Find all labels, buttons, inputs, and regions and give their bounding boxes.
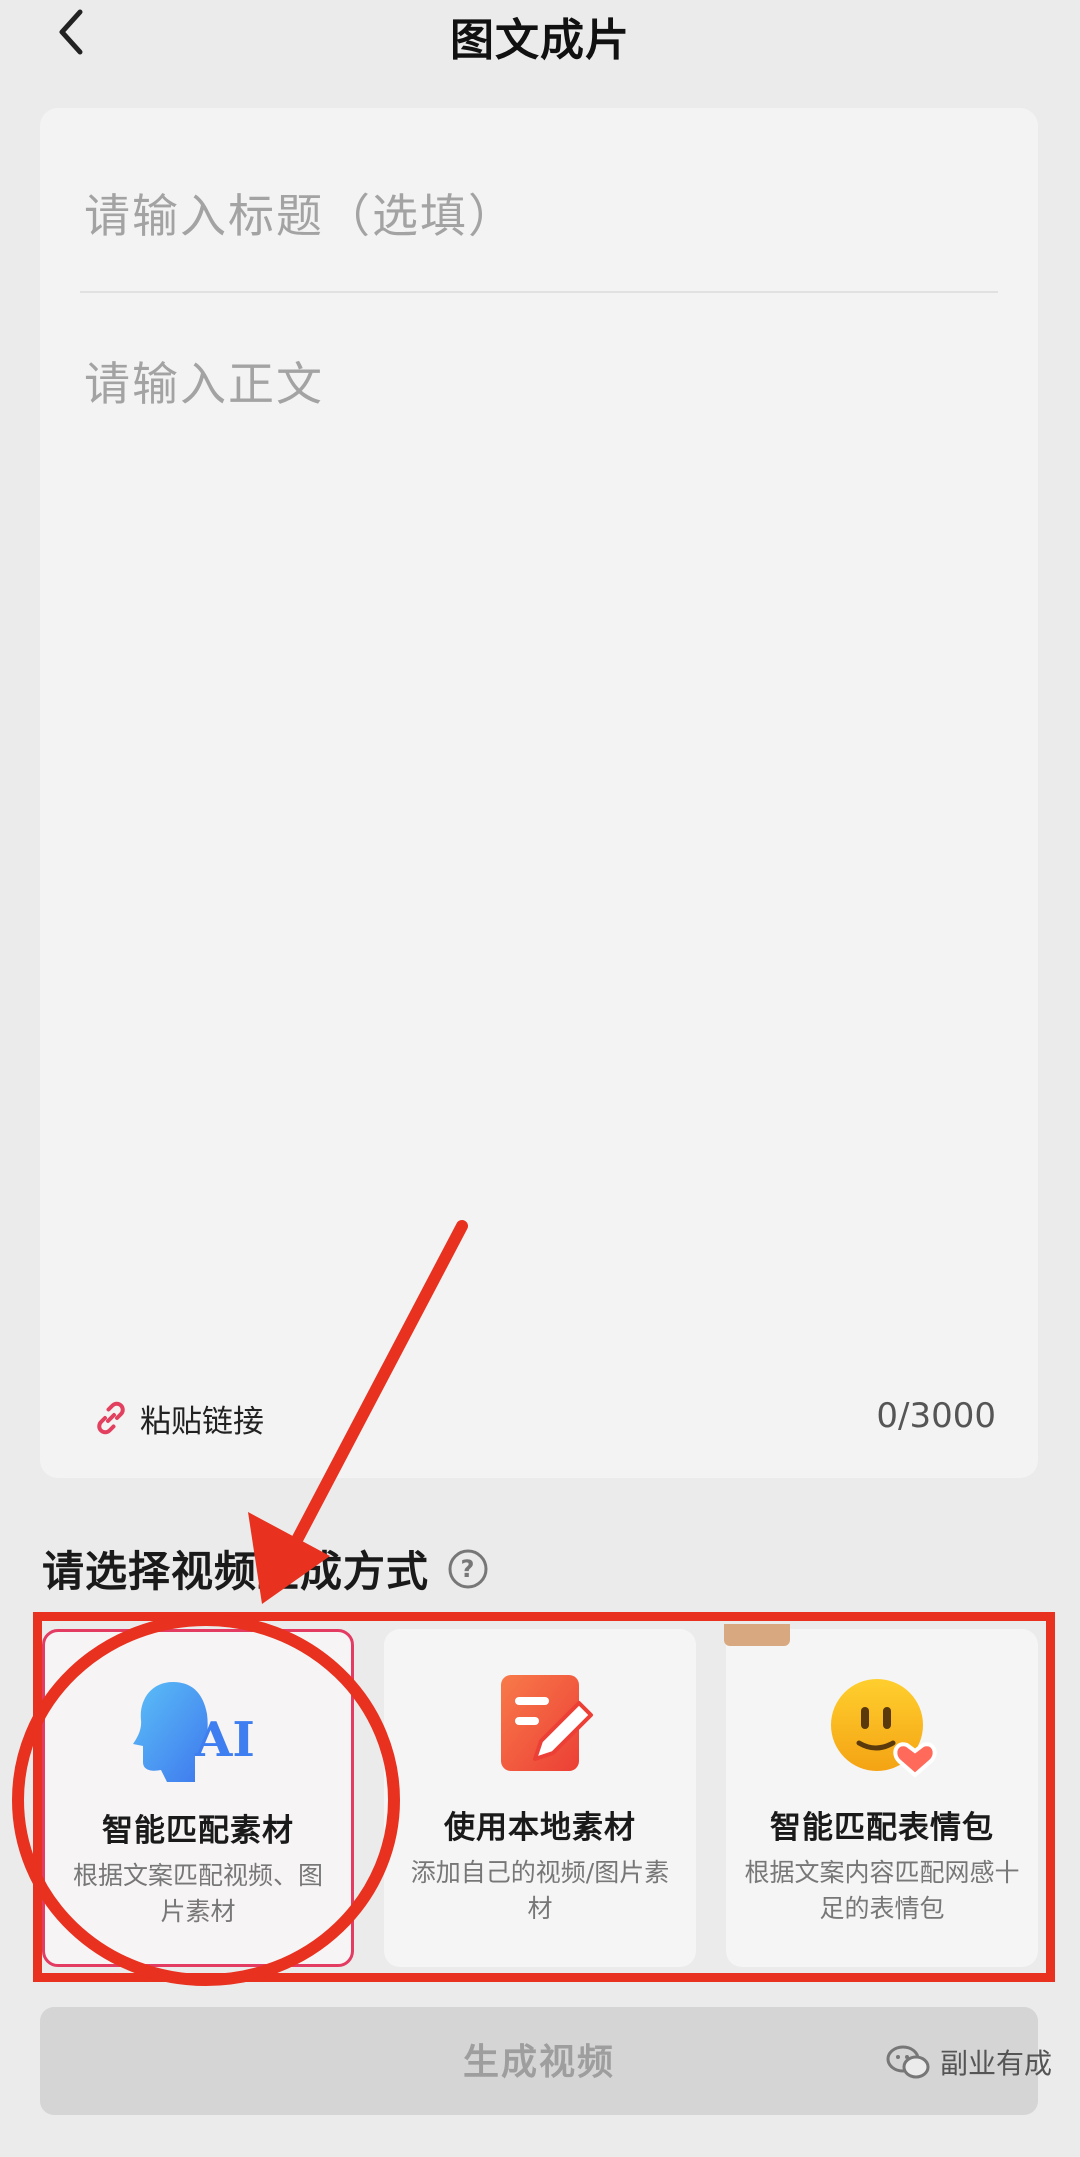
page-title: 图文成片 (450, 15, 630, 66)
section-heading: 请选择视频生成方式 ? (42, 1538, 489, 1599)
top-bar: 图文成片 (0, 0, 1080, 75)
title-input[interactable]: 请输入标题（选填） (84, 180, 984, 246)
paste-link-button[interactable]: 粘贴链接 (92, 1396, 264, 1440)
wechat-icon (886, 2045, 930, 2079)
body-textarea[interactable]: 请输入正文 (84, 348, 324, 414)
watermark-text: 副业有成 (939, 2047, 1052, 2080)
question-circle-icon[interactable]: ? (447, 1548, 489, 1590)
text-editor-card: 请输入标题（选填） 请输入正文 粘贴链接 0/3000 (40, 108, 1038, 1478)
svg-text:?: ? (461, 1555, 476, 1583)
section-heading-text: 请选择视频生成方式 (42, 1547, 430, 1596)
divider (80, 291, 998, 293)
annotation-highlight-box (33, 1612, 1055, 1982)
watermark: 副业有成 (886, 2042, 1052, 2082)
paste-link-label: 粘贴链接 (140, 1403, 264, 1440)
char-counter: 0/3000 (876, 1396, 996, 1436)
link-icon (97, 1401, 125, 1435)
